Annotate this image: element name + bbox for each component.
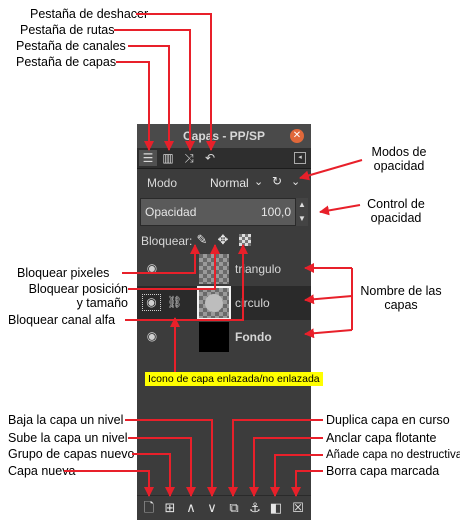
callout-arrows bbox=[64, 13, 363, 497]
arrow-name-3 bbox=[304, 328, 353, 339]
arrow-blend-modes bbox=[299, 159, 363, 181]
arrow-lock-alpha bbox=[125, 244, 248, 321]
arrow-undo-tab bbox=[136, 13, 216, 151]
arrow-opacity bbox=[319, 204, 361, 216]
arrow-mask bbox=[270, 454, 323, 497]
arrow-raise bbox=[128, 437, 196, 497]
arrow-paths-tab bbox=[114, 29, 195, 151]
arrow-new bbox=[64, 470, 154, 497]
arrow-lock-pixels bbox=[122, 244, 200, 274]
arrow-lower bbox=[125, 419, 217, 497]
arrow-lock-position bbox=[128, 244, 220, 290]
arrow-duplicate bbox=[228, 419, 323, 497]
arrow-layers-tab bbox=[116, 61, 154, 151]
arrow-group bbox=[132, 453, 175, 497]
arrow-delete bbox=[291, 470, 323, 497]
arrow-name-2 bbox=[304, 294, 353, 305]
arrow-anchor bbox=[249, 437, 323, 497]
